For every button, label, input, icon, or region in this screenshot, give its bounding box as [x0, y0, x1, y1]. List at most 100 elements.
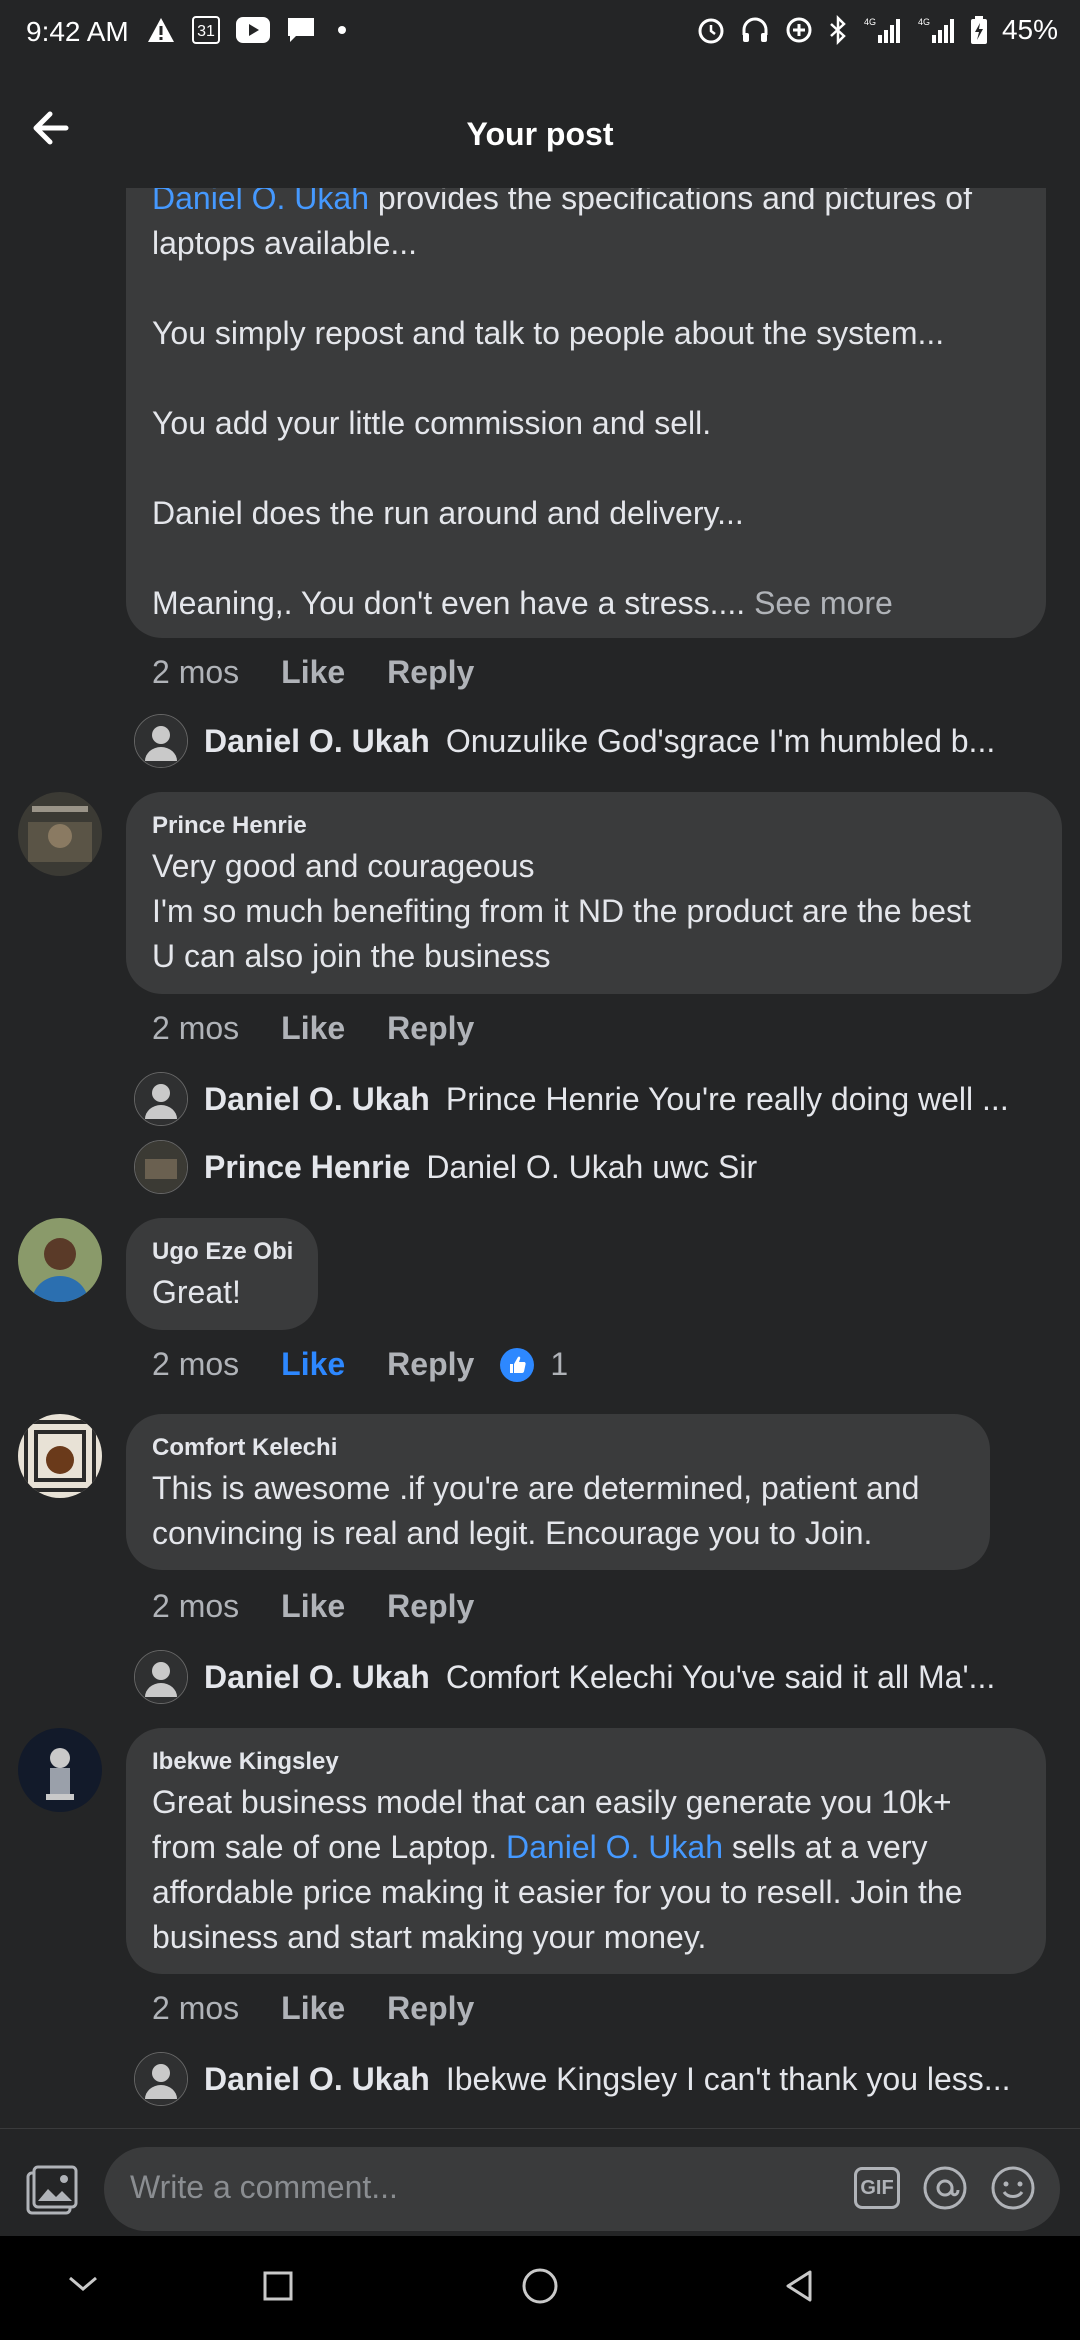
data-saver-icon — [786, 17, 812, 43]
battery-icon — [970, 16, 987, 44]
comment-time: 2 mos — [152, 1346, 240, 1382]
header: Your post — [0, 70, 1080, 188]
chevron-down-icon[interactable] — [66, 2274, 100, 2294]
mention-icon[interactable] — [922, 2165, 968, 2211]
comment-bubble[interactable]: Ugo Eze Obi Great! — [126, 1218, 318, 1330]
comment-actions: 2 mos Like Reply — [152, 1010, 474, 1047]
warning-icon — [148, 18, 174, 42]
comment-actions: 2 mos Like Reply — [152, 1588, 474, 1625]
comment-line: convincing is real and legit. Encourage … — [152, 1515, 873, 1551]
gif-icon[interactable]: GIF — [854, 2167, 900, 2209]
avatar — [134, 1072, 188, 1126]
avatar — [134, 714, 188, 768]
comment-actions: 2 mos Like Reply — [152, 1990, 474, 2027]
avatar[interactable] — [18, 1728, 102, 1812]
svg-text:4G: 4G — [864, 17, 876, 27]
comment-line: You simply repost and talk to people abo… — [152, 315, 945, 351]
back-icon[interactable] — [782, 2268, 816, 2304]
avatar — [134, 1650, 188, 1704]
reply-author[interactable]: Daniel O. Ukah — [204, 723, 430, 760]
home-icon[interactable] — [520, 2266, 560, 2306]
comment-author[interactable]: Ibekwe Kingsley — [152, 1748, 339, 1776]
comment-line: business and start making your money. — [152, 1919, 707, 1955]
comment-line: affordable price making it easier for yo… — [152, 1874, 963, 1910]
comment-composer: Write a comment... GIF — [0, 2128, 1080, 2237]
youtube-icon — [236, 17, 270, 43]
comment-actions: 2 mos Like Reply 1 — [152, 1346, 568, 1383]
comment-time: 2 mos — [152, 1010, 240, 1046]
calendar-day: 31 — [197, 23, 215, 40]
reply-preview[interactable]: Daniel O. Ukah Comfort Kelechi You've sa… — [134, 1650, 995, 1704]
like-button[interactable]: Like — [281, 1346, 345, 1383]
calendar-icon: 31 — [192, 16, 220, 44]
reply-author[interactable]: Daniel O. Ukah — [204, 1081, 430, 1118]
reply-text: Onuzulike God'sgrace I'm humbled b... — [445, 722, 996, 759]
reply-preview[interactable]: Prince Henrie Daniel O. Ukah uwc Sir — [134, 1140, 757, 1194]
comment-line: laptops available... — [152, 225, 418, 261]
comment-time: 2 mos — [152, 654, 240, 690]
comment-line: This is awesome .if you're are determine… — [152, 1470, 920, 1506]
reply-preview[interactable]: Daniel O. Ukah Ibekwe Kingsley I can't t… — [134, 2052, 1010, 2106]
comment-bubble[interactable]: Comfort Kelechi This is awesome .if you'… — [126, 1414, 990, 1570]
avatar — [134, 1140, 188, 1194]
comment-line: Meaning,. You don't even have a stress..… — [152, 585, 893, 621]
status-time: 9:42 AM — [26, 16, 129, 47]
comment-line: from sale of one Laptop. Daniel O. Ukah … — [152, 1829, 928, 1865]
mention-link[interactable]: Daniel O. Ukah — [152, 188, 369, 216]
reply-text: Daniel O. Ukah uwc Sir — [426, 1148, 758, 1185]
reply-text: Comfort Kelechi You've said it all Ma'..… — [445, 1658, 996, 1695]
avatar[interactable] — [18, 792, 102, 876]
avatar[interactable] — [18, 1218, 102, 1302]
recents-icon[interactable] — [262, 2270, 294, 2302]
avatar[interactable] — [18, 1414, 102, 1498]
reply-button[interactable]: Reply — [387, 1588, 474, 1625]
comment-author[interactable]: Prince Henrie — [152, 812, 307, 840]
comment-line: Daniel does the run around and delivery.… — [152, 495, 744, 531]
reply-text: Ibekwe Kingsley I can't thank you less..… — [445, 2060, 1011, 2097]
comments-list[interactable]: Daniel O. Ukah provides the specificatio… — [0, 188, 1080, 2128]
reply-preview[interactable]: Daniel O. Ukah Onuzulike God'sgrace I'm … — [134, 714, 995, 768]
comment-time: 2 mos — [152, 1588, 240, 1624]
emoji-icon[interactable] — [990, 2165, 1036, 2211]
comment-bubble[interactable]: Daniel O. Ukah provides the specificatio… — [126, 188, 1046, 638]
battery-percent: 45% — [1001, 14, 1058, 45]
comment-input[interactable]: Write a comment... GIF — [104, 2147, 1060, 2231]
reaction-count: 1 — [550, 1346, 569, 1382]
comment-line: Great! — [152, 1274, 241, 1310]
see-more-link[interactable]: See more — [754, 585, 893, 621]
reaction-summary[interactable]: 1 — [500, 1346, 568, 1383]
page-title: Your post — [466, 116, 614, 152]
comment-line: U can also join the business — [152, 938, 551, 974]
like-button[interactable]: Like — [281, 1010, 345, 1047]
comment-bubble[interactable]: Ibekwe Kingsley Great business model tha… — [126, 1728, 1046, 1974]
like-button[interactable]: Like — [281, 654, 345, 691]
alarm-icon — [698, 18, 724, 44]
comment-author[interactable]: Comfort Kelechi — [152, 1434, 337, 1462]
reply-author[interactable]: Daniel O. Ukah — [204, 2061, 430, 2098]
bluetooth-icon — [830, 15, 846, 45]
reply-button[interactable]: Reply — [387, 1010, 474, 1047]
svg-text:4G: 4G — [918, 17, 930, 27]
more-dot-icon — [338, 26, 346, 34]
reply-author[interactable]: Daniel O. Ukah — [204, 1659, 430, 1696]
comment-text: Daniel O. Ukah provides the specificatio… — [152, 188, 972, 221]
like-button[interactable]: Like — [281, 1588, 345, 1625]
comment-bubble[interactable]: Prince Henrie Very good and courageous I… — [126, 792, 1062, 994]
comment-placeholder: Write a comment... — [130, 2169, 398, 2205]
reply-button[interactable]: Reply — [387, 654, 474, 691]
comment-line: Great business model that can easily gen… — [152, 1784, 952, 1820]
comment-time: 2 mos — [152, 1990, 240, 2026]
headphones-icon — [742, 17, 768, 42]
reply-author[interactable]: Prince Henrie — [204, 1149, 410, 1186]
reply-button[interactable]: Reply — [387, 1990, 474, 2027]
reply-preview[interactable]: Daniel O. Ukah Prince Henrie You're real… — [134, 1072, 1009, 1126]
reply-text: Prince Henrie You're really doing well .… — [445, 1080, 1009, 1117]
comment-actions: 2 mos Like Reply — [152, 654, 474, 691]
message-icon — [288, 18, 314, 42]
like-button[interactable]: Like — [281, 1990, 345, 2027]
reply-button[interactable]: Reply — [387, 1346, 474, 1383]
photo-icon[interactable] — [24, 2165, 80, 2217]
mention-link[interactable]: Daniel O. Ukah — [506, 1829, 723, 1865]
comment-author[interactable]: Ugo Eze Obi — [152, 1238, 293, 1266]
notification-icons: 31 — [146, 16, 346, 44]
